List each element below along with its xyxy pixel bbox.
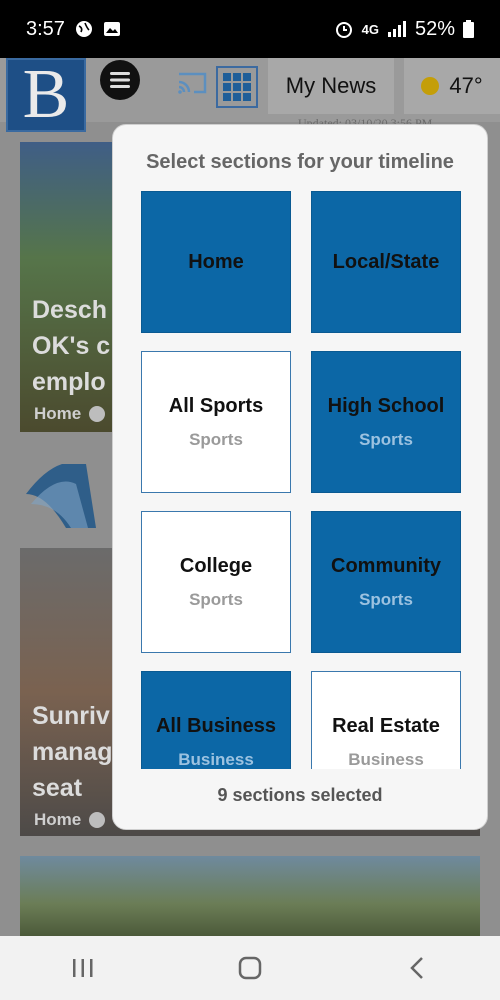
section-tile-label: College xyxy=(179,554,253,577)
section-tile[interactable]: High School Sports xyxy=(311,351,461,493)
section-tile-category: Sports xyxy=(189,589,243,609)
signal-icon xyxy=(387,21,407,37)
section-tile-label: Real Estate xyxy=(332,714,440,737)
sections-grid-button[interactable] xyxy=(216,66,258,108)
headline-line: Sunriv xyxy=(32,702,110,730)
section-tile[interactable]: Local/State xyxy=(311,191,461,333)
section-tile-category: Business xyxy=(178,749,254,769)
section-tile[interactable]: All Business Business xyxy=(141,671,291,769)
dot-icon xyxy=(89,812,106,828)
home-icon xyxy=(238,956,262,980)
headline-line: seat xyxy=(32,774,83,802)
selected-count: 9 sections selected xyxy=(217,785,383,805)
headline-line: manag xyxy=(32,738,113,766)
recent-apps-button[interactable] xyxy=(53,948,113,988)
headline-line: emplo xyxy=(32,368,106,396)
my-news-button[interactable]: My News xyxy=(268,58,394,114)
section-picker-dialog: Select sections for your timeline Home L… xyxy=(112,124,488,830)
grid-icon xyxy=(223,73,251,101)
globe-icon xyxy=(75,20,93,38)
section-tile-category: Sports xyxy=(189,429,243,449)
article-headline[interactable]: Desch OK's c emplo xyxy=(32,292,110,400)
section-label: Home xyxy=(34,810,82,829)
recents-icon xyxy=(73,959,93,977)
alarm-icon xyxy=(334,19,354,39)
article-image[interactable] xyxy=(20,856,480,936)
section-tile[interactable]: College Sports xyxy=(141,511,291,653)
battery-icon xyxy=(463,20,474,38)
battery-percent: 52% xyxy=(414,17,455,40)
status-bar: 3:57 4G 52% xyxy=(0,0,500,58)
my-news-label: My News xyxy=(285,73,377,98)
sun-icon xyxy=(421,77,440,95)
section-tile-label: Community xyxy=(331,554,441,577)
section-tile[interactable]: All Sports Sports xyxy=(141,351,291,493)
temperature: 47° xyxy=(449,73,483,98)
hamburger-icon xyxy=(110,72,130,88)
headline-line: OK's c xyxy=(32,332,111,360)
section-tile-label: High School xyxy=(327,394,445,417)
weather-button[interactable]: 47° xyxy=(404,58,500,114)
cast-button[interactable] xyxy=(176,70,208,101)
section-tile[interactable]: Community Sports xyxy=(311,511,461,653)
section-tile[interactable]: Home xyxy=(141,191,291,333)
article-section-tag[interactable]: Home xyxy=(34,810,106,830)
section-tile-label: All Business xyxy=(155,714,277,737)
app-logo[interactable]: B xyxy=(6,58,86,132)
logo-shape xyxy=(26,464,96,528)
section-tile-category: Business xyxy=(348,749,424,769)
section-tile-category: Sports xyxy=(359,589,413,609)
menu-button[interactable] xyxy=(100,60,140,100)
dot-icon xyxy=(89,406,106,422)
article-headline[interactable]: Sunriv manag seat xyxy=(32,698,113,806)
section-label: Home xyxy=(34,404,82,423)
home-button[interactable] xyxy=(220,948,280,988)
section-tile-label: Home xyxy=(188,250,244,273)
logo-letter: B xyxy=(22,56,70,133)
system-nav-bar xyxy=(0,936,500,1000)
back-icon xyxy=(409,957,423,979)
article-section-tag[interactable]: Home xyxy=(34,404,106,424)
dialog-title: Select sections for your timeline xyxy=(146,151,454,173)
network-type: 4G xyxy=(361,21,379,37)
section-tile-category: Sports xyxy=(359,429,413,449)
image-icon xyxy=(103,21,121,37)
sections-grid[interactable]: Home Local/State All Sports Sports High … xyxy=(113,189,487,769)
cast-icon xyxy=(178,72,207,94)
back-button[interactable] xyxy=(387,948,447,988)
clock: 3:57 xyxy=(26,17,65,40)
section-tile-label: Local/State xyxy=(332,250,440,273)
headline-line: Desch xyxy=(32,296,108,324)
section-tile-label: All Sports xyxy=(168,394,264,417)
section-tile[interactable]: Real Estate Business xyxy=(311,671,461,769)
